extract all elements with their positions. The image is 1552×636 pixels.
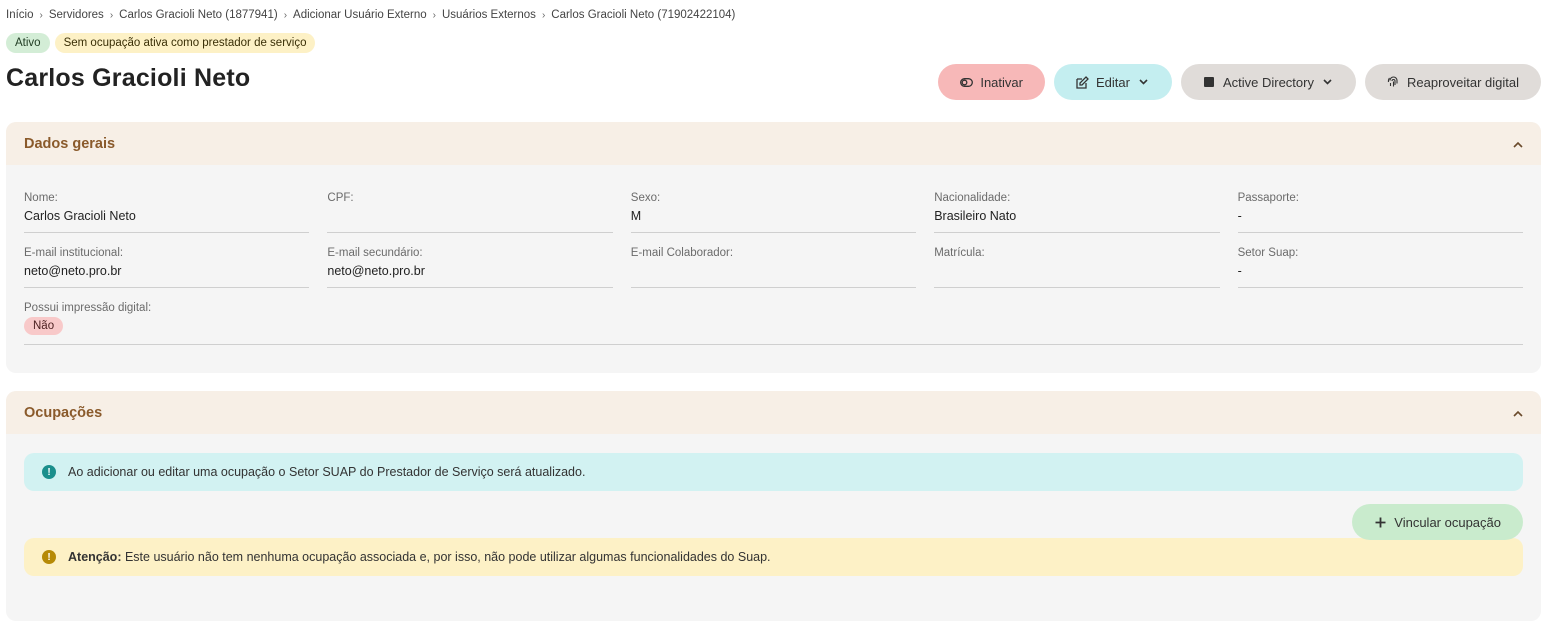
field-cpf: CPF: [327,165,613,233]
field-value: Brasileiro Nato [934,209,1017,223]
field-label: Passaporte: [1237,192,1299,204]
digital-status-badge: Não [24,317,64,335]
field-label: CPF: [327,192,354,204]
dados-gerais-grid: Nome: Carlos Gracioli Neto CPF: Sexo: M Na… [6,165,1541,288]
chevron-right-icon: › [541,9,546,21]
field-value: neto@neto.pro.br [24,264,122,278]
breadcrumb: Início › Servidores › Carlos Gracioli Neto… [6,9,735,21]
field-value: Carlos Gracioli Neto [24,209,136,223]
breadcrumb-servidor[interactable]: Carlos Gracioli Neto (1877941) [119,9,278,21]
breadcrumb-usuarios-externos[interactable]: Usuários Externos [442,9,536,21]
reaproveitar-label: Reaproveitar digital [1406,74,1519,90]
info-icon: ! [42,465,56,479]
vincular-ocupacao-button[interactable]: Vincular ocupação [1352,504,1523,540]
chevron-right-icon: › [283,9,288,21]
chevron-down-icon [1321,76,1334,89]
inativar-label: Inativar [980,74,1023,90]
warning-alert: ! Atenção: Este usuário não tem nenhuma … [24,538,1523,576]
action-buttons: Inativar Editar Active Directory Reaprov… [938,64,1541,100]
field-impressao-digital: Possui impressão digital: Não [24,288,1523,345]
ocupacoes-heading: Ocupações [24,404,103,421]
field-nome: Nome: Carlos Gracioli Neto [24,165,310,233]
field-email-secundario: E-mail secundário: neto@neto.pro.br [327,233,613,288]
status-badge: Ativo [6,33,50,53]
fingerprint-icon [1387,75,1400,89]
dados-gerais-heading: Dados gerais [24,135,116,152]
vincular-label: Vincular ocupação [1394,514,1501,530]
field-label: Nome: [24,192,58,204]
status-badges: Ativo Sem ocupação ativa como prestador … [6,33,316,53]
field-email-institucional: E-mail institucional: neto@neto.pro.br [24,233,310,288]
square-icon [1203,76,1216,89]
plus-icon [1374,516,1387,529]
chevron-right-icon: › [39,9,43,21]
editar-button[interactable]: Editar [1053,64,1172,100]
chevron-up-icon[interactable] [1513,406,1523,420]
field-setor-suap: Setor Suap: - [1237,233,1523,288]
ocupacoes-panel: Ocupações ! Ao adicionar ou editar uma o… [6,391,1541,621]
field-value: neto@neto.pro.br [327,264,425,278]
active-directory-label: Active Directory [1222,74,1314,90]
active-directory-button[interactable]: Active Directory [1180,64,1356,100]
field-label: Setor Suap: [1237,247,1299,259]
field-matricula: Matrícula: [934,233,1220,288]
field-label: Possui impressão digital: [24,302,152,314]
field-label: Sexo: [630,192,661,204]
field-value: - [1237,209,1242,223]
field-label: Nacionalidade: [934,192,1011,204]
breadcrumb-adicionar-usuario[interactable]: Adicionar Usuário Externo [293,9,427,21]
chevron-up-icon[interactable] [1513,137,1523,151]
field-label: E-mail institucional: [24,247,124,259]
warning-body: Este usuário não tem nenhuma ocupação as… [124,550,771,564]
toggle-off-icon [960,76,974,89]
info-alert: ! Ao adicionar ou editar uma ocupação o … [24,453,1523,491]
field-label: E-mail secundário: [327,247,423,259]
field-label: E-mail Colaborador: [630,247,734,259]
warning-strong: Atenção: [68,550,122,564]
chevron-right-icon: › [109,9,114,21]
reaproveitar-digital-button[interactable]: Reaproveitar digital [1364,64,1541,100]
field-nacionalidade: Nacionalidade: Brasileiro Nato [934,165,1220,233]
field-sexo: Sexo: M [630,165,917,233]
occupation-badge: Sem ocupação ativa como prestador de ser… [54,33,316,53]
ocupacoes-header[interactable]: Ocupações [6,391,1541,434]
dados-gerais-header[interactable]: Dados gerais [6,122,1541,165]
field-label: Matrícula: [934,247,985,259]
field-value: - [1237,264,1242,278]
editar-label: Editar [1095,74,1130,90]
warning-icon: ! [42,550,56,564]
field-value: M [630,209,642,223]
field-email-colaborador: E-mail Colaborador: [630,233,917,288]
warning-alert-text: Atenção: Este usuário não tem nenhuma oc… [68,550,771,564]
dados-gerais-panel: Dados gerais Nome: Carlos Gracioli Neto C… [6,122,1541,373]
page-title: Carlos Gracioli Neto [6,64,251,92]
breadcrumb-inicio[interactable]: Início [6,9,34,21]
breadcrumb-servidores[interactable]: Servidores [49,9,104,21]
chevron-right-icon: › [432,9,436,21]
vincular-row: Vincular ocupação [24,504,1523,540]
chevron-down-icon [1137,76,1150,89]
info-alert-text: Ao adicionar ou editar uma ocupação o Se… [68,465,586,479]
edit-icon [1076,75,1089,89]
breadcrumb-current: Carlos Gracioli Neto (71902422104) [551,9,736,21]
field-passaporte: Passaporte: - [1237,165,1523,233]
inativar-button[interactable]: Inativar [938,64,1045,100]
